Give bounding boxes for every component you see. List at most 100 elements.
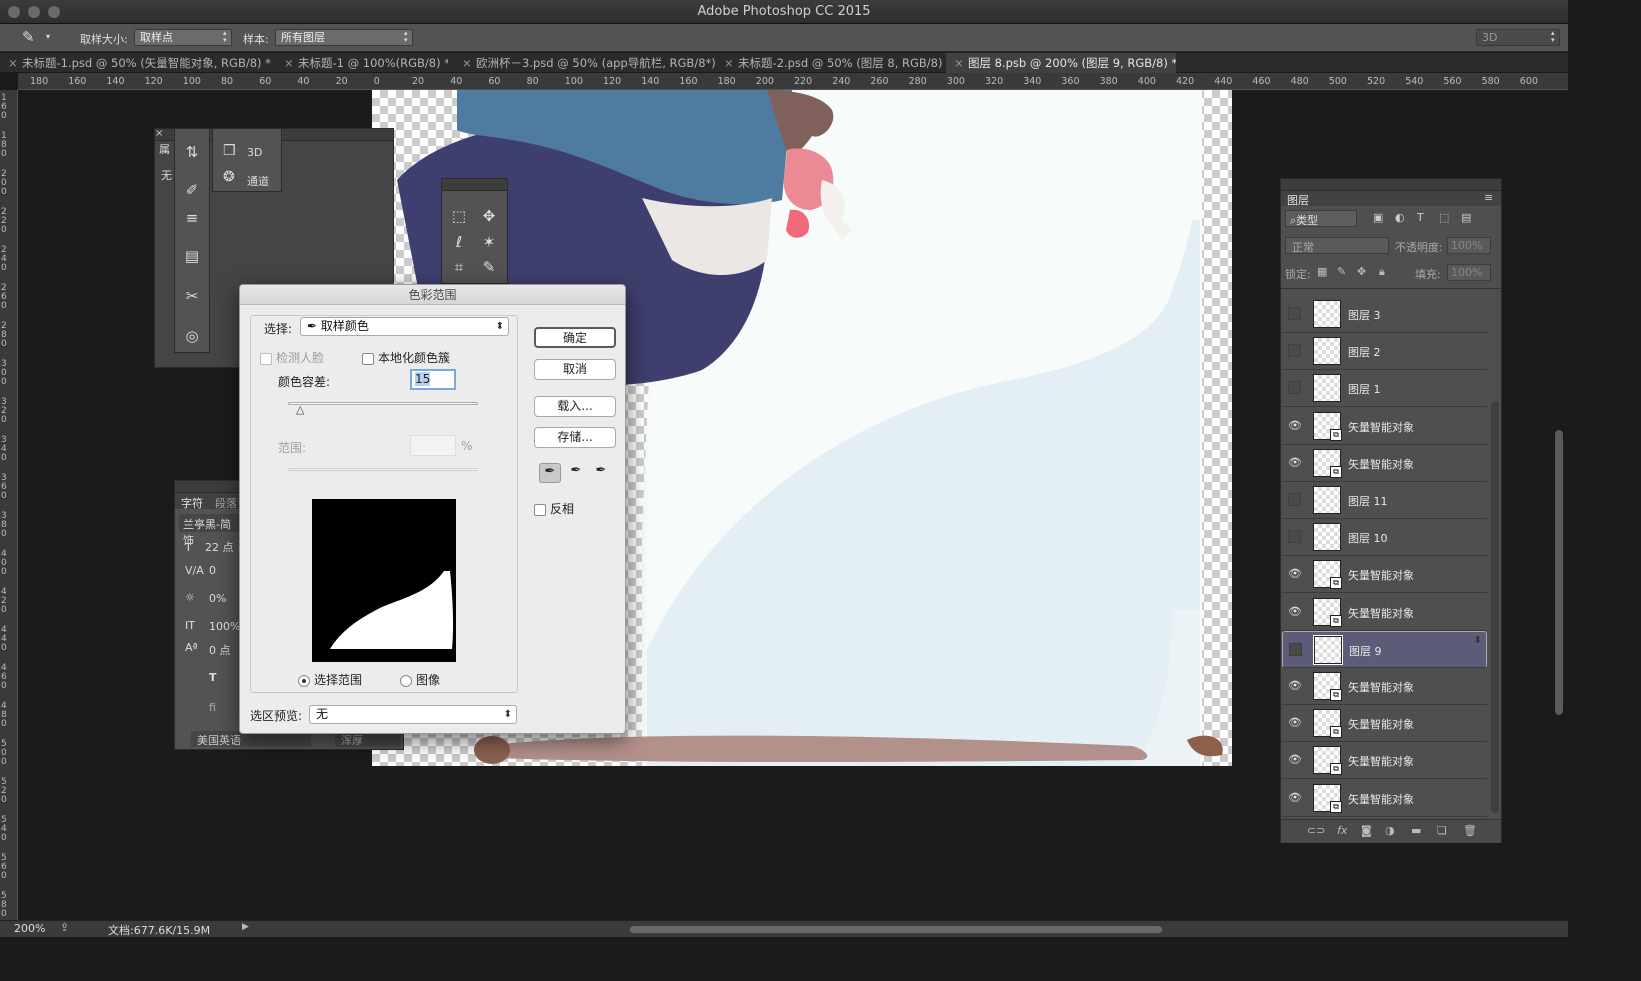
tools-icon[interactable]: ✂ (179, 285, 205, 307)
select-mode-dropdown[interactable]: ✒ 取样颜色 (300, 317, 509, 336)
tab-document-2[interactable]: × 未标题-1 @ 100%(RGB/8) * (276, 53, 448, 73)
adjustments-icon[interactable]: ≡ (179, 207, 205, 229)
fill-field[interactable]: 100% (1447, 264, 1491, 281)
fuzziness-input[interactable]: 15 (410, 369, 456, 390)
horizontal-scrollbar[interactable] (630, 926, 1162, 933)
visibility-eye-icon[interactable]: 👁︎ (1288, 605, 1302, 619)
layer-name[interactable]: 矢量智能对象 (1348, 605, 1414, 621)
visibility-eye-icon[interactable]: 👁︎ (1288, 679, 1302, 693)
layer-name[interactable]: 图层 2 (1348, 344, 1381, 360)
sample-size-select[interactable]: 取样点 (134, 29, 232, 46)
visibility-toggle[interactable] (1288, 381, 1301, 395)
tab-document-1[interactable]: × 未标题-1.psd @ 50% (矢量智能对象, RGB/8) * (0, 53, 272, 73)
status-menu-chevron-icon[interactable]: ▶ (242, 922, 249, 932)
radio-selection[interactable]: 选择范围 (298, 671, 362, 688)
delete-layer-icon[interactable]: 🗑︎ (1463, 824, 1477, 837)
layer-row[interactable]: 图层 9 (1282, 630, 1487, 668)
close-tab-icon[interactable]: × (8, 53, 18, 73)
sample-layers-select[interactable]: 所有图层 (275, 29, 413, 46)
close-tab-icon[interactable]: × (954, 53, 964, 73)
visibility-eye-icon[interactable]: 👁︎ (1288, 456, 1302, 470)
share-icon[interactable]: ⇪ (60, 921, 69, 934)
marquee-tool-icon[interactable]: ⬚ (446, 205, 472, 227)
eyedropper-icon[interactable]: ✒ (539, 463, 561, 483)
load-button[interactable]: 载入... (534, 396, 616, 417)
clone-source-icon[interactable]: ▤ (179, 245, 205, 267)
adjustment-layer-icon[interactable]: ◑ (1385, 824, 1395, 837)
layer-row[interactable]: 👁︎ ⧉ 矢量智能对象 (1282, 556, 1487, 594)
localized-clusters-checkbox[interactable]: 本地化颜色簇 (362, 349, 450, 366)
layer-row[interactable]: 图层 10 (1282, 519, 1487, 557)
move-tool-icon[interactable]: ✥ (476, 205, 502, 227)
add-mask-icon[interactable]: ◙ (1361, 824, 1372, 837)
baseline-shift-field[interactable]: 0 点 (209, 642, 231, 658)
close-tab-icon[interactable]: × (462, 53, 472, 73)
eyedropper-tool-panel-icon[interactable]: ✎ (476, 256, 502, 278)
layer-name[interactable]: 矢量智能对象 (1348, 679, 1414, 695)
kerning-field[interactable]: 0 (209, 564, 216, 577)
tab-document-active[interactable]: × 图层 8.psb @ 200% (图层 9, RGB/8) * (946, 53, 1176, 73)
layer-row[interactable]: 👁︎ ⧉ 矢量智能对象 (1282, 668, 1487, 705)
brush-icon[interactable]: ✐ (179, 179, 205, 201)
fuzziness-slider-handle[interactable]: △ (296, 403, 304, 416)
font-size-field[interactable]: 22 点 (205, 539, 241, 555)
layer-name[interactable]: 图层 10 (1348, 530, 1388, 546)
properties-panel-label[interactable]: 属 (159, 141, 170, 157)
vertical-ruler[interactable]: 1 6 0 1 8 0 2 0 0 2 2 0 2 4 0 2 6 0 2 8 0 3 0 0… (0, 90, 18, 920)
faux-bold-icon[interactable]: T (209, 671, 217, 684)
layer-name[interactable]: 图层 9 (1349, 643, 1382, 660)
layer-row[interactable]: 👁︎ ⧉ 矢量智能对象 (1282, 444, 1487, 482)
selection-preview-select[interactable]: 无 (309, 705, 517, 724)
eyedropper-tool-icon[interactable]: ✎ (22, 28, 35, 46)
fx-icon[interactable]: fx (1337, 824, 1347, 837)
lock-pixels-icon[interactable]: ✎ (1337, 265, 1346, 278)
vertical-scrollbar[interactable] (1555, 430, 1563, 715)
layer-row[interactable]: 👁︎ ⧉ 矢量智能对象 (1282, 593, 1487, 631)
layer-name[interactable]: 图层 11 (1348, 493, 1388, 509)
tsume-field[interactable]: 0% (209, 592, 226, 605)
layer-name[interactable]: 矢量智能对象 (1348, 791, 1414, 807)
workspace-select[interactable]: 3D (1476, 29, 1560, 46)
add-to-sample-icon[interactable]: ✒ (566, 463, 586, 483)
panel-item-channels[interactable]: ❂ 通道 (223, 169, 281, 189)
vertical-scale-field[interactable]: 100% (209, 620, 240, 633)
visibility-toggle[interactable] (1288, 530, 1301, 544)
layer-name[interactable]: 图层 3 (1348, 307, 1381, 323)
opacity-field[interactable]: 100% (1447, 237, 1491, 254)
font-family-select[interactable]: 兰亭黑-简 饰 (179, 514, 239, 547)
layers-tab[interactable]: 图层 (1287, 192, 1309, 208)
lasso-tool-icon[interactable]: ℓ (446, 231, 472, 253)
fuzziness-slider[interactable] (288, 402, 478, 405)
magic-wand-tool-icon[interactable]: ✶ (476, 231, 502, 253)
invert-checkbox[interactable]: 反相 (534, 500, 574, 517)
ligature-icon[interactable]: ﬁ (209, 701, 216, 714)
visibility-eye-icon[interactable]: 👁︎ (1288, 716, 1302, 730)
layer-name[interactable]: 矢量智能对象 (1348, 567, 1414, 583)
tab-paragraph[interactable]: 段落 (215, 495, 237, 511)
visibility-toggle[interactable] (1288, 344, 1301, 358)
visibility-eye-icon[interactable]: 👁︎ (1288, 791, 1302, 805)
tool-preset-chevron-icon[interactable]: ▾ (46, 32, 50, 41)
close-tab-icon[interactable]: × (724, 53, 734, 73)
layer-name[interactable]: 矢量智能对象 (1348, 419, 1414, 435)
tab-document-3[interactable]: × 欧洲杯－3.psd @ 50% (app导航栏, RGB/8*) (454, 53, 716, 73)
save-button[interactable]: 存储... (534, 427, 616, 448)
layer-name[interactable]: 矢量智能对象 (1348, 456, 1414, 472)
visibility-toggle[interactable] (1289, 642, 1302, 656)
lock-all-icon[interactable]: 🔒︎ (1379, 265, 1385, 279)
new-layer-icon[interactable]: ❏ (1437, 824, 1447, 837)
filter-type-icon[interactable]: T (1417, 211, 1424, 224)
visibility-toggle[interactable] (1288, 307, 1301, 320)
link-layers-icon[interactable]: ⊂⊃ (1307, 824, 1325, 837)
filter-smart-object-icon[interactable]: ▤ (1461, 211, 1471, 224)
visibility-toggle[interactable] (1288, 493, 1301, 506)
layer-filter-select[interactable]: ⌕类型 (1285, 210, 1357, 227)
blend-mode-select[interactable]: 正常 (1285, 237, 1389, 254)
detect-faces-checkbox[interactable]: 检测人脸 (260, 349, 324, 366)
new-group-icon[interactable]: ▬ (1411, 824, 1421, 837)
layer-row[interactable]: 👁︎ ⧉ 矢量智能对象 (1282, 742, 1487, 780)
radio-image[interactable]: 图像 (400, 671, 440, 688)
visibility-eye-icon[interactable]: 👁︎ (1288, 567, 1302, 581)
layer-row[interactable]: 图层 3 (1282, 296, 1487, 333)
cc-libraries-icon[interactable]: ◎ (179, 325, 205, 347)
